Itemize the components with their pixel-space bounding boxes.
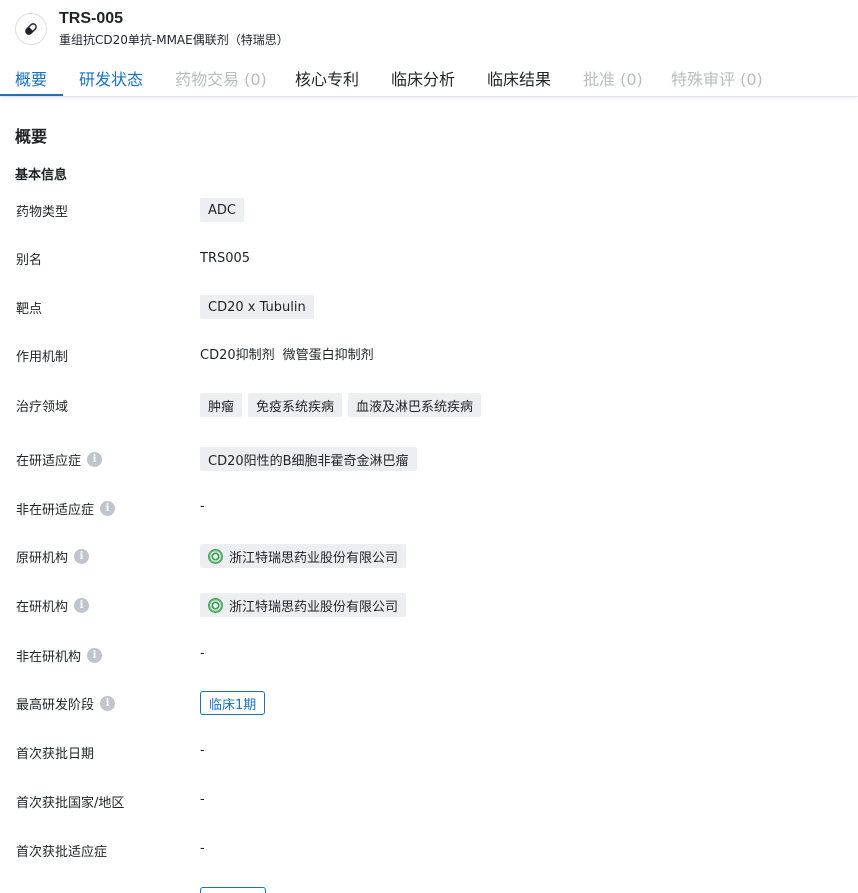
alias-value: TRS005 <box>200 250 251 266</box>
field-label-text: 非在研适应症 <box>16 502 95 518</box>
organization-logo-icon <box>208 548 223 564</box>
field-value: - <box>200 735 213 765</box>
field-label: 首次获批日期 <box>16 746 95 762</box>
field-value: 肿瘤 免疫系统疾病 血液及淋巴系统疾病 <box>200 390 487 420</box>
therapeutic-area-tag[interactable]: 免疫系统疾病 <box>248 393 343 417</box>
indication-tag[interactable]: CD20阳性的B细胞非霍奇金淋巴瘤 <box>200 447 417 471</box>
field-row-inactive-indication: 非在研适应症 i - <box>0 493 858 523</box>
field-value: CD20抑制剂 微管蛋白抑制剂 <box>200 338 382 368</box>
field-row-highest-phase: 最高研发阶段 i 临床1期 <box>0 688 858 718</box>
field-label: 在研机构 i <box>16 590 90 620</box>
tab-clinical-analysis[interactable]: 临床分析 <box>391 66 455 90</box>
phase-badge[interactable]: 临床1期 <box>200 691 266 715</box>
organization-tag[interactable]: 浙江特瑞思药业股份有限公司 <box>200 544 407 568</box>
empty-value: - <box>200 791 205 807</box>
mechanism-item: CD20抑制剂 <box>200 347 275 363</box>
field-label: 非在研适应症 i <box>16 493 116 523</box>
field-label: 最高研发阶段 i <box>16 688 116 718</box>
field-label: 首次获批适应症 <box>16 844 108 860</box>
organization-name: 浙江特瑞思药业股份有限公司 <box>229 550 399 566</box>
tab-clinical-results[interactable]: 临床结果 <box>487 66 551 90</box>
info-icon[interactable]: i <box>87 647 103 663</box>
field-label: 药物类型 <box>16 204 69 220</box>
field-row-target: 靶点 CD20 x Tubulin <box>0 292 858 322</box>
drug-type-tag[interactable]: ADC <box>200 198 244 222</box>
field-value: 浙江特瑞思药业股份有限公司 <box>200 590 412 620</box>
empty-value: - <box>200 742 205 758</box>
group-title-basic-info: 基本信息 <box>15 168 68 183</box>
field-label: 首次获批国家/地区 <box>16 795 125 811</box>
drug-header: TRS-005 重组抗CD20单抗-MMAE偶联剂（特瑞思） 概要 研发状态 药… <box>0 0 858 97</box>
field-row-therapeutic-area: 治疗领域 肿瘤 免疫系统疾病 血液及淋巴系统疾病 <box>0 390 858 420</box>
drug-title: TRS-005 <box>59 10 124 27</box>
info-icon[interactable]: i <box>100 500 116 516</box>
pill-icon <box>15 13 47 45</box>
field-row-first-approval-country: 首次获批国家/地区 - <box>0 786 858 816</box>
field-label-text: 非在研机构 <box>16 649 82 665</box>
field-label-text: 在研机构 <box>16 599 69 615</box>
therapeutic-area-tag[interactable]: 肿瘤 <box>200 393 243 417</box>
tab-deals[interactable]: 药物交易 (0) <box>175 66 267 90</box>
field-label-text: 最高研发阶段 <box>16 697 95 713</box>
field-row-active-org: 在研机构 i 浙江特瑞思药业股份有限公司 <box>0 590 858 620</box>
field-value: CD20 x Tubulin <box>200 292 320 322</box>
field-value: - <box>200 491 213 521</box>
field-row-first-approval-indication: 首次获批适应症 - <box>0 835 858 865</box>
field-value: 浙江特瑞思药业股份有限公司 <box>200 541 412 571</box>
empty-value: - <box>200 645 205 661</box>
empty-value: - <box>200 840 205 856</box>
organization-logo-icon <box>208 597 223 613</box>
field-label: 在研适应症 i <box>16 444 103 474</box>
partial-badge <box>200 887 266 893</box>
field-row-mechanism: 作用机制 CD20抑制剂 微管蛋白抑制剂 <box>0 338 858 368</box>
field-row-active-indication: 在研适应症 i CD20阳性的B细胞非霍奇金淋巴瘤 <box>0 444 858 474</box>
active-tab-indicator <box>0 94 63 96</box>
info-icon[interactable]: i <box>100 695 116 711</box>
drug-subtitle: 重组抗CD20单抗-MMAE偶联剂（特瑞思） <box>59 33 289 47</box>
field-value: - <box>200 638 213 668</box>
empty-value: - <box>200 498 205 514</box>
field-value: 临床1期 <box>200 688 266 718</box>
organization-name: 浙江特瑞思药业股份有限公司 <box>229 599 399 615</box>
section-title: 概要 <box>15 127 48 146</box>
field-value: - <box>200 784 213 814</box>
field-label: 治疗领域 <box>16 399 69 415</box>
field-value: - <box>200 833 213 863</box>
info-icon[interactable]: i <box>74 548 90 564</box>
field-label-text: 在研适应症 <box>16 453 82 469</box>
field-row-inactive-org: 非在研机构 i - <box>0 640 858 670</box>
field-row-alias: 别名 TRS005 <box>0 243 858 273</box>
tab-overview[interactable]: 概要 <box>15 66 47 90</box>
field-row-originator: 原研机构 i 浙江特瑞思药业股份有限公司 <box>0 541 858 571</box>
mechanism-item: 微管蛋白抑制剂 <box>282 347 374 363</box>
field-label: 作用机制 <box>16 349 69 365</box>
field-value: ADC <box>200 195 250 225</box>
therapeutic-area-tag[interactable]: 血液及淋巴系统疾病 <box>348 393 482 417</box>
tab-bar: 概要 研发状态 药物交易 (0) 核心专利 临床分析 临床结果 批准 (0) 特… <box>0 62 858 97</box>
tab-rd-status[interactable]: 研发状态 <box>79 66 143 90</box>
tab-special-review[interactable]: 特殊审评 (0) <box>671 66 763 90</box>
organization-tag[interactable]: 浙江特瑞思药业股份有限公司 <box>200 593 407 617</box>
target-tag[interactable]: CD20 x Tubulin <box>200 295 314 319</box>
field-row-first-approval-date: 首次获批日期 - <box>0 737 858 767</box>
field-label: 别名 <box>16 252 43 268</box>
field-row-drug-type: 药物类型 ADC <box>0 195 858 225</box>
info-icon[interactable]: i <box>74 597 90 613</box>
field-label: 原研机构 i <box>16 541 90 571</box>
field-label: 靶点 <box>16 301 43 317</box>
field-value: TRS005 <box>200 243 258 273</box>
tab-approvals[interactable]: 批准 (0) <box>583 66 643 90</box>
tab-core-patents[interactable]: 核心专利 <box>295 66 359 90</box>
info-icon[interactable]: i <box>87 451 103 467</box>
field-label-text: 原研机构 <box>16 550 69 566</box>
field-value: CD20阳性的B细胞非霍奇金淋巴瘤 <box>200 444 423 474</box>
field-label: 非在研机构 i <box>16 640 103 670</box>
